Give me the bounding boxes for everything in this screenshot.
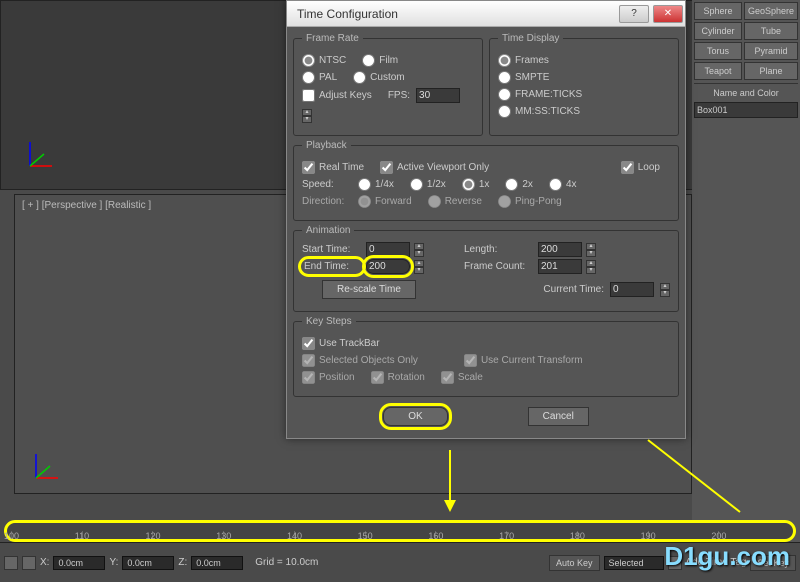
speed-1-2x[interactable]: 1/2x — [410, 178, 446, 191]
timeline-tick: 160 — [435, 531, 506, 539]
timeline-tick: 170 — [506, 531, 577, 539]
primitive-button[interactable]: GeoSphere — [744, 2, 798, 20]
spinner-down-icon[interactable]: ▾ — [302, 116, 312, 123]
close-icon[interactable]: ✕ — [653, 5, 683, 23]
primitive-button[interactable]: Sphere — [694, 2, 742, 20]
frames-radio[interactable]: Frames — [498, 54, 549, 67]
timeline-tick: 130 — [223, 531, 294, 539]
end-time-label: End Time: — [302, 260, 362, 273]
watermark: D1gu.com — [664, 541, 790, 572]
film-radio[interactable]: Film — [362, 54, 398, 67]
timeline-tick: 110 — [82, 531, 153, 539]
name-color-header: Name and Color — [694, 83, 798, 102]
speed-1-4x[interactable]: 1/4x — [358, 178, 394, 191]
rotation-check: Rotation — [371, 371, 425, 384]
time-configuration-dialog: Time Configuration ? ✕ Frame Rate NTSC F… — [286, 0, 686, 439]
grid-info: Grid = 10.0cm — [255, 557, 318, 568]
timeline-tick: 180 — [577, 531, 648, 539]
dialog-title: Time Configuration — [297, 7, 398, 21]
length-spinner[interactable] — [538, 242, 582, 257]
key-steps-group: Key Steps Use TrackBar Selected Objects … — [293, 316, 679, 397]
rescale-time-button[interactable]: Re-scale Time — [322, 280, 416, 299]
command-panel: SphereGeoSphereCylinderTubeTorusPyramidT… — [692, 0, 800, 582]
timeline-trackbar[interactable]: 100110120130140150160170180190200 — [4, 520, 796, 542]
help-button[interactable]: ? — [619, 5, 649, 23]
x-coord-field[interactable] — [53, 556, 105, 570]
frameticks-radio[interactable]: FRAME:TICKS — [498, 88, 582, 101]
selected-only-check: Selected Objects Only — [302, 354, 418, 367]
dialog-titlebar[interactable]: Time Configuration ? ✕ — [287, 1, 685, 27]
end-time-spinner[interactable] — [366, 259, 410, 274]
frame-rate-group: Frame Rate NTSC Film PAL Custom Adjust K… — [293, 33, 483, 136]
use-trackbar-check[interactable]: Use TrackBar — [302, 337, 380, 350]
primitive-button[interactable]: Teapot — [694, 62, 742, 80]
key-filter-field[interactable] — [604, 556, 664, 570]
autokey-button[interactable]: Auto Key — [549, 555, 600, 571]
viewport-label: [ + ] [Perspective ] [Realistic ] — [22, 200, 151, 211]
cancel-button[interactable]: Cancel — [528, 407, 589, 426]
loop-check[interactable]: Loop — [621, 161, 660, 174]
primitive-button[interactable]: Tube — [744, 22, 798, 40]
dir-reverse: Reverse — [428, 195, 482, 208]
spinner-up-icon[interactable]: ▴ — [302, 109, 312, 116]
custom-radio[interactable]: Custom — [353, 71, 404, 84]
y-coord-field[interactable] — [122, 556, 174, 570]
scale-check: Scale — [441, 371, 483, 384]
object-name-field[interactable] — [694, 102, 798, 118]
ok-button[interactable]: OK — [383, 407, 447, 426]
realtime-check[interactable]: Real Time — [302, 161, 364, 174]
position-check: Position — [302, 371, 355, 384]
animation-group: Animation Start Time: ▴▾ Length: ▴▾ End … — [293, 225, 679, 312]
primitive-button[interactable]: Pyramid — [744, 42, 798, 60]
lock-icon[interactable] — [4, 556, 18, 570]
time-display-group: Time Display Frames SMPTE FRAME:TICKS MM… — [489, 33, 679, 136]
axis-gizmo-icon — [24, 140, 54, 170]
current-time-spinner[interactable] — [610, 282, 654, 297]
speed-1x[interactable]: 1x — [462, 178, 490, 191]
primitive-button[interactable]: Torus — [694, 42, 742, 60]
active-viewport-check[interactable]: Active Viewport Only — [380, 161, 489, 174]
dir-pingpong: Ping-Pong — [498, 195, 562, 208]
speed-2x[interactable]: 2x — [505, 178, 533, 191]
primitive-button[interactable]: Plane — [744, 62, 798, 80]
timeline-tick: 100 — [11, 531, 82, 539]
axis-gizmo-icon — [30, 452, 60, 482]
pal-radio[interactable]: PAL — [302, 71, 337, 84]
dir-forward: Forward — [358, 195, 412, 208]
frame-count-spinner[interactable] — [538, 259, 582, 274]
adjust-keys-check[interactable]: Adjust Keys — [302, 89, 372, 102]
primitive-button[interactable]: Cylinder — [694, 22, 742, 40]
use-xform-check: Use Current Transform — [464, 354, 583, 367]
start-time-spinner[interactable] — [366, 242, 410, 257]
timeline-tick: 120 — [152, 531, 223, 539]
ntsc-radio[interactable]: NTSC — [302, 54, 346, 67]
snap-icon[interactable] — [22, 556, 36, 570]
timeline-tick: 140 — [294, 531, 365, 539]
mmss-radio[interactable]: MM:SS:TICKS — [498, 105, 580, 118]
speed-4x[interactable]: 4x — [549, 178, 577, 191]
timeline-tick: 150 — [365, 531, 436, 539]
fps-spinner[interactable] — [416, 88, 460, 103]
smpte-radio[interactable]: SMPTE — [498, 71, 549, 84]
z-coord-field[interactable] — [191, 556, 243, 570]
timeline-tick: 190 — [648, 531, 719, 539]
playback-group: Playback Real Time Active Viewport Only … — [293, 140, 679, 221]
timeline-tick: 200 — [718, 531, 789, 539]
